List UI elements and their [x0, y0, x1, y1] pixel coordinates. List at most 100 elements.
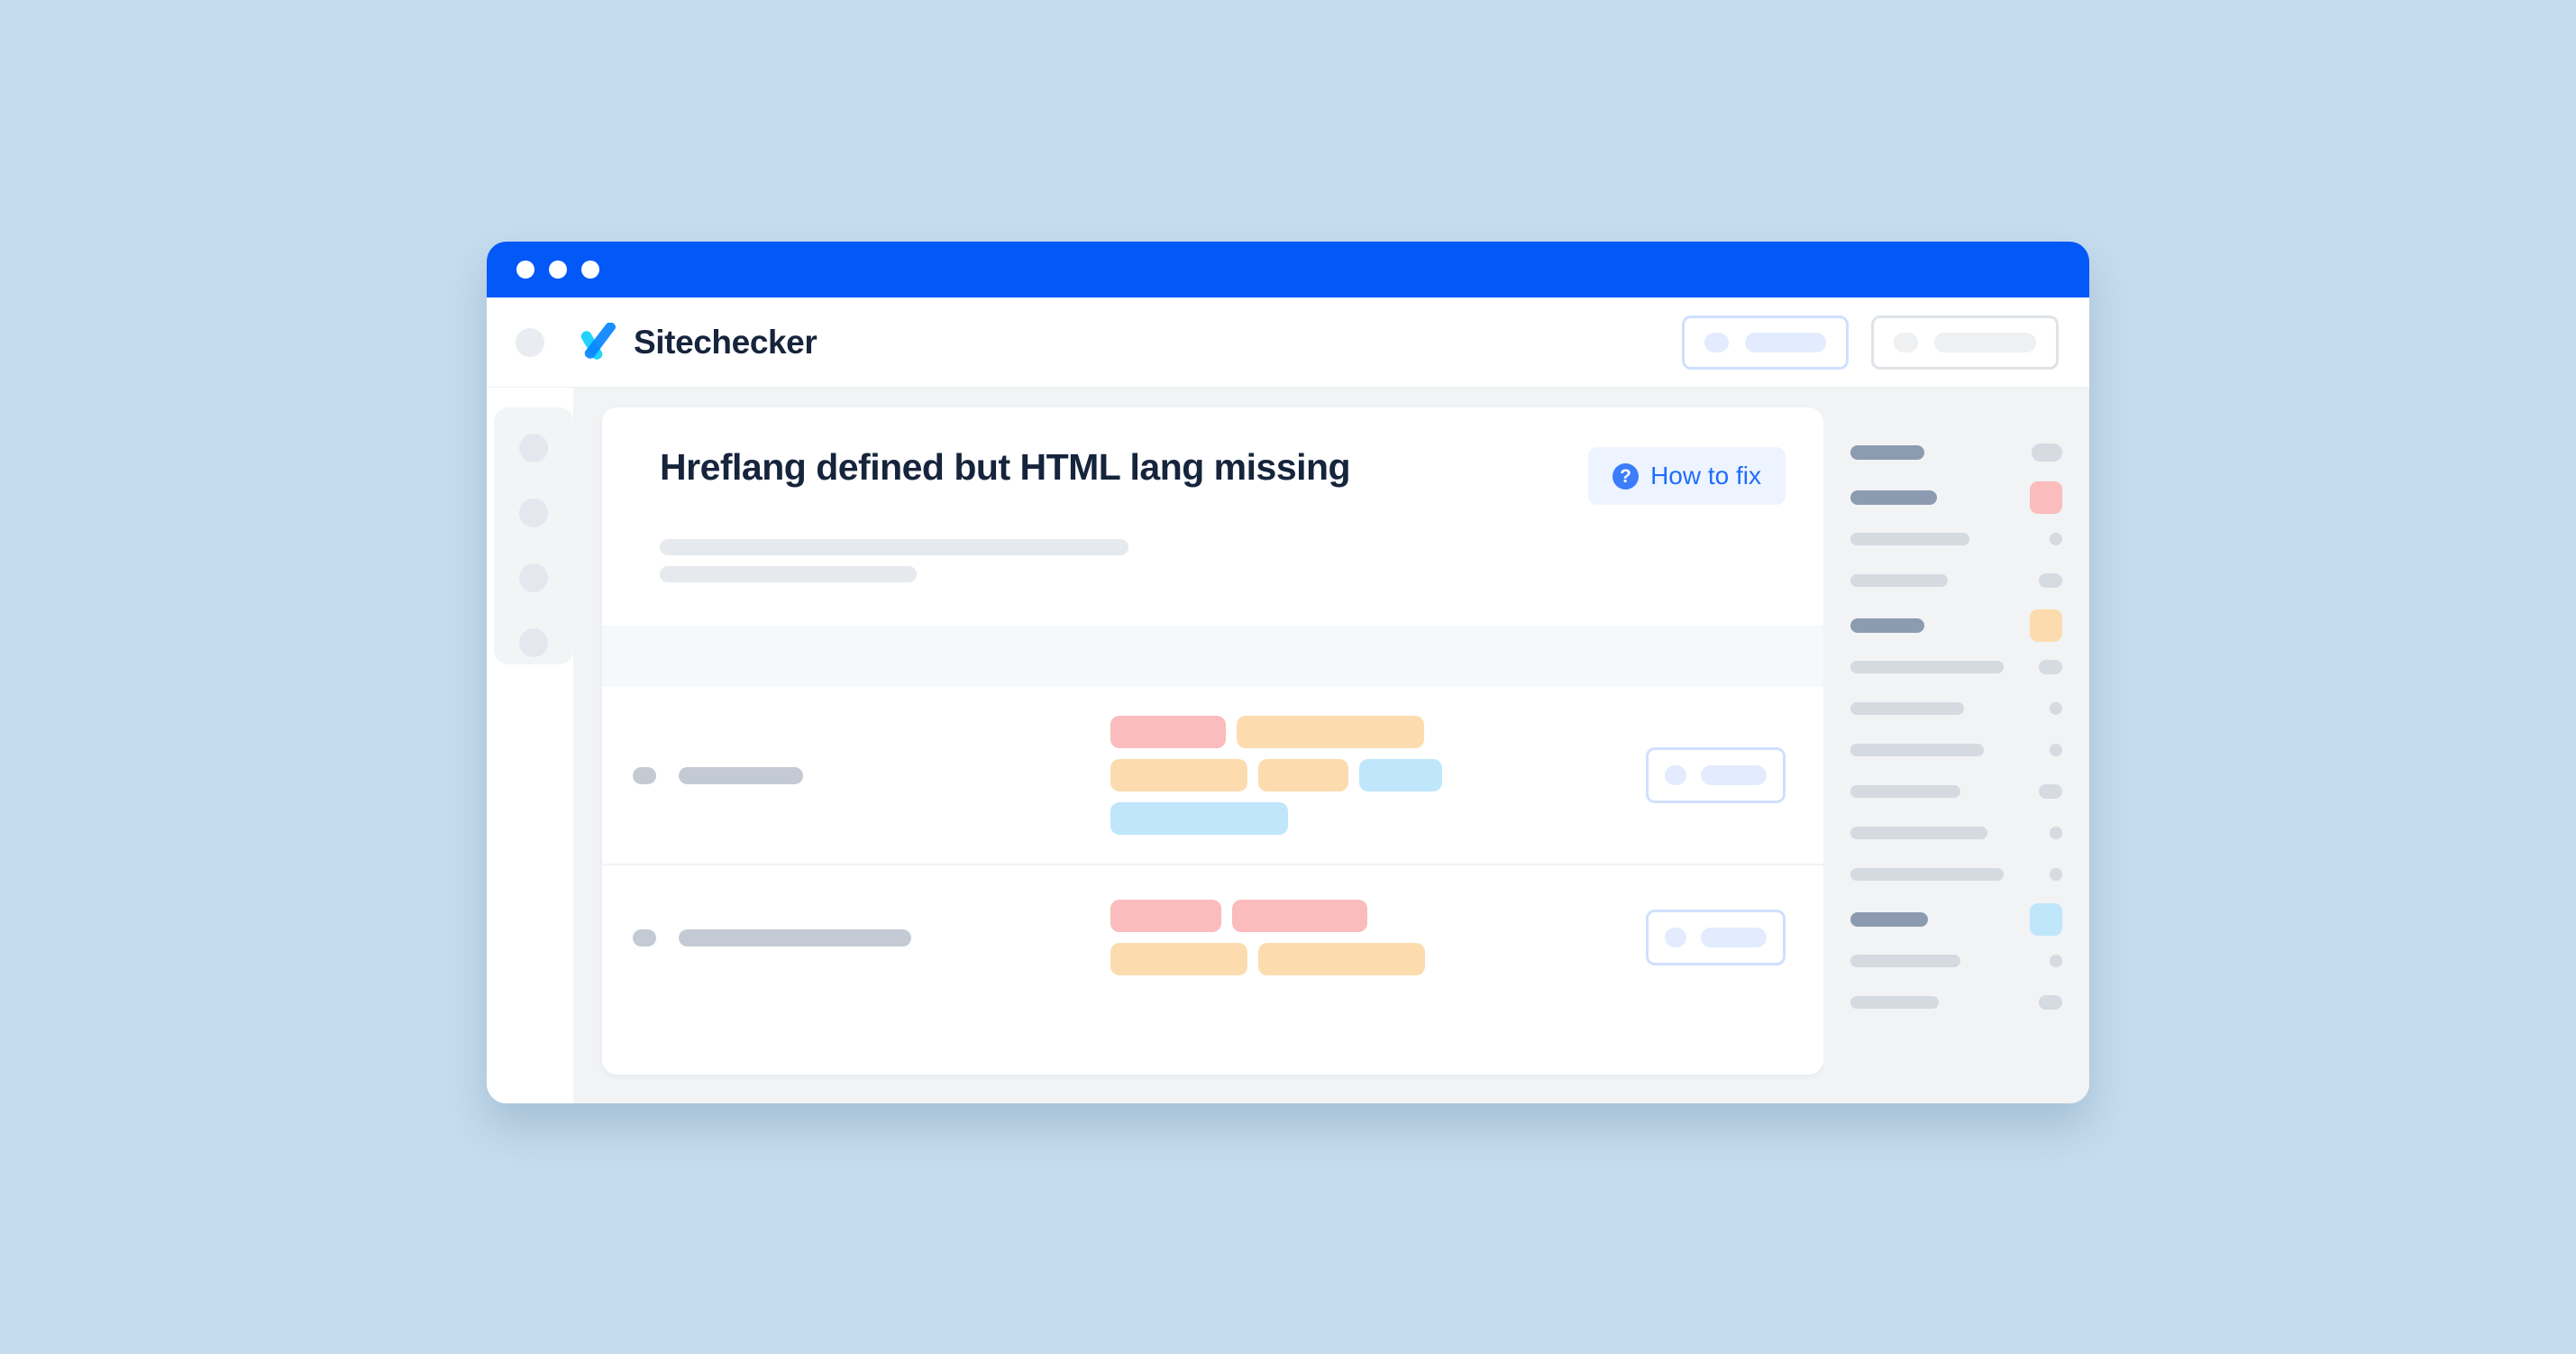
row-label-placeholder — [679, 929, 911, 947]
row-status-dot — [633, 766, 656, 784]
item-label-placeholder — [1850, 868, 2004, 881]
button-label-placeholder — [1701, 928, 1767, 947]
row-status-dot — [633, 929, 656, 947]
item-badge — [2050, 868, 2062, 881]
group-header[interactable] — [1850, 442, 2062, 463]
button-label-placeholder — [1701, 765, 1767, 785]
button-label-placeholder — [1745, 332, 1826, 352]
item-label-placeholder — [1850, 955, 1960, 967]
item-label-placeholder — [1850, 574, 1948, 587]
how-to-fix-label: How to fix — [1650, 462, 1761, 489]
tag-pill — [1359, 759, 1442, 791]
main-content: Hreflang defined but HTML lang missing ?… — [573, 388, 1823, 1103]
page-title: Hreflang defined but HTML lang missing — [660, 446, 1351, 488]
description-line — [660, 566, 917, 582]
group-item[interactable] — [1850, 739, 2062, 761]
app-header: Sitechecker — [487, 297, 2089, 388]
row-action — [1646, 910, 1786, 965]
group-label-placeholder — [1850, 490, 1937, 505]
row-label — [633, 929, 1101, 947]
sidebar-item-2[interactable] — [519, 499, 548, 527]
group-header[interactable] — [1850, 903, 2062, 936]
right-panel-group-1[interactable] — [1850, 442, 2062, 463]
brand-name: Sitechecker — [634, 323, 818, 361]
right-panel-group-2[interactable] — [1850, 481, 2062, 591]
group-item[interactable] — [1850, 698, 2062, 719]
row-action-button-1[interactable] — [1646, 747, 1786, 803]
item-label-placeholder — [1850, 661, 2004, 673]
group-item[interactable] — [1850, 992, 2062, 1013]
sidebar-item-4[interactable] — [519, 628, 548, 657]
row-tags — [1101, 716, 1624, 835]
item-badge — [2050, 827, 2062, 839]
tag-pill — [1258, 943, 1425, 975]
maximize-dot[interactable] — [581, 261, 599, 279]
app-body: Hreflang defined but HTML lang missing ?… — [487, 388, 2089, 1103]
item-label-placeholder — [1850, 996, 1939, 1009]
item-badge — [2050, 744, 2062, 756]
item-badge — [2050, 533, 2062, 545]
group-badge — [2030, 481, 2062, 514]
close-dot[interactable] — [516, 261, 534, 279]
group-item[interactable] — [1850, 570, 2062, 591]
group-label-placeholder — [1850, 912, 1928, 927]
hamburger-icon[interactable] — [516, 327, 544, 357]
row-label-placeholder — [679, 766, 803, 784]
button-label-placeholder — [1934, 332, 2036, 352]
row-label — [633, 766, 1101, 784]
item-label-placeholder — [1850, 785, 1960, 798]
table-header-row — [602, 626, 1823, 687]
item-badge — [2039, 784, 2062, 799]
button-icon-placeholder — [1894, 332, 1918, 352]
browser-window: Sitechecker Hreflang defined but HTML la… — [487, 242, 2089, 1103]
item-label-placeholder — [1850, 702, 1964, 715]
tag-pill — [1232, 900, 1367, 932]
minimize-dot[interactable] — [549, 261, 567, 279]
group-item[interactable] — [1850, 656, 2062, 678]
tag-line — [1110, 716, 1624, 748]
tag-pill — [1110, 900, 1221, 932]
right-panel-group-3[interactable] — [1850, 609, 2062, 885]
tag-pill — [1110, 802, 1288, 835]
group-item[interactable] — [1850, 822, 2062, 844]
sidebar-item-3[interactable] — [519, 563, 548, 592]
group-badge — [2030, 609, 2062, 642]
tag-line — [1110, 802, 1624, 835]
tag-pill — [1258, 759, 1348, 791]
brand: Sitechecker — [576, 321, 818, 362]
table-row[interactable] — [602, 687, 1823, 865]
item-badge — [2039, 573, 2062, 588]
issue-description-placeholder — [660, 539, 1786, 582]
group-item[interactable] — [1850, 864, 2062, 885]
group-item[interactable] — [1850, 781, 2062, 802]
group-item[interactable] — [1850, 528, 2062, 550]
issue-card-header: Hreflang defined but HTML lang missing ?… — [602, 407, 1823, 626]
primary-action-button[interactable] — [1682, 315, 1849, 370]
group-label-placeholder — [1850, 618, 1924, 633]
row-action-button-2[interactable] — [1646, 910, 1786, 965]
group-item[interactable] — [1850, 950, 2062, 972]
group-header[interactable] — [1850, 481, 2062, 514]
issue-card: Hreflang defined but HTML lang missing ?… — [602, 407, 1823, 1075]
group-badge — [2032, 444, 2062, 462]
left-sidebar — [487, 388, 573, 1103]
how-to-fix-button[interactable]: ? How to fix — [1588, 447, 1786, 505]
sidebar-item-1[interactable] — [519, 434, 548, 462]
button-icon-placeholder — [1665, 928, 1686, 947]
row-tags — [1101, 900, 1624, 975]
group-header[interactable] — [1850, 609, 2062, 642]
item-badge — [2039, 660, 2062, 674]
tag-line — [1110, 900, 1624, 932]
item-label-placeholder — [1850, 827, 1987, 839]
item-badge — [2039, 995, 2062, 1010]
right-sidebar — [1823, 388, 2089, 1103]
group-badge — [2030, 903, 2062, 936]
right-panel-group-4[interactable] — [1850, 903, 2062, 1013]
group-label-placeholder — [1850, 445, 1924, 460]
window-titlebar — [487, 242, 2089, 297]
item-label-placeholder — [1850, 744, 1984, 756]
secondary-action-button[interactable] — [1871, 315, 2059, 370]
tag-line — [1110, 759, 1624, 791]
item-badge — [2050, 702, 2062, 715]
table-row[interactable] — [602, 865, 1823, 1010]
